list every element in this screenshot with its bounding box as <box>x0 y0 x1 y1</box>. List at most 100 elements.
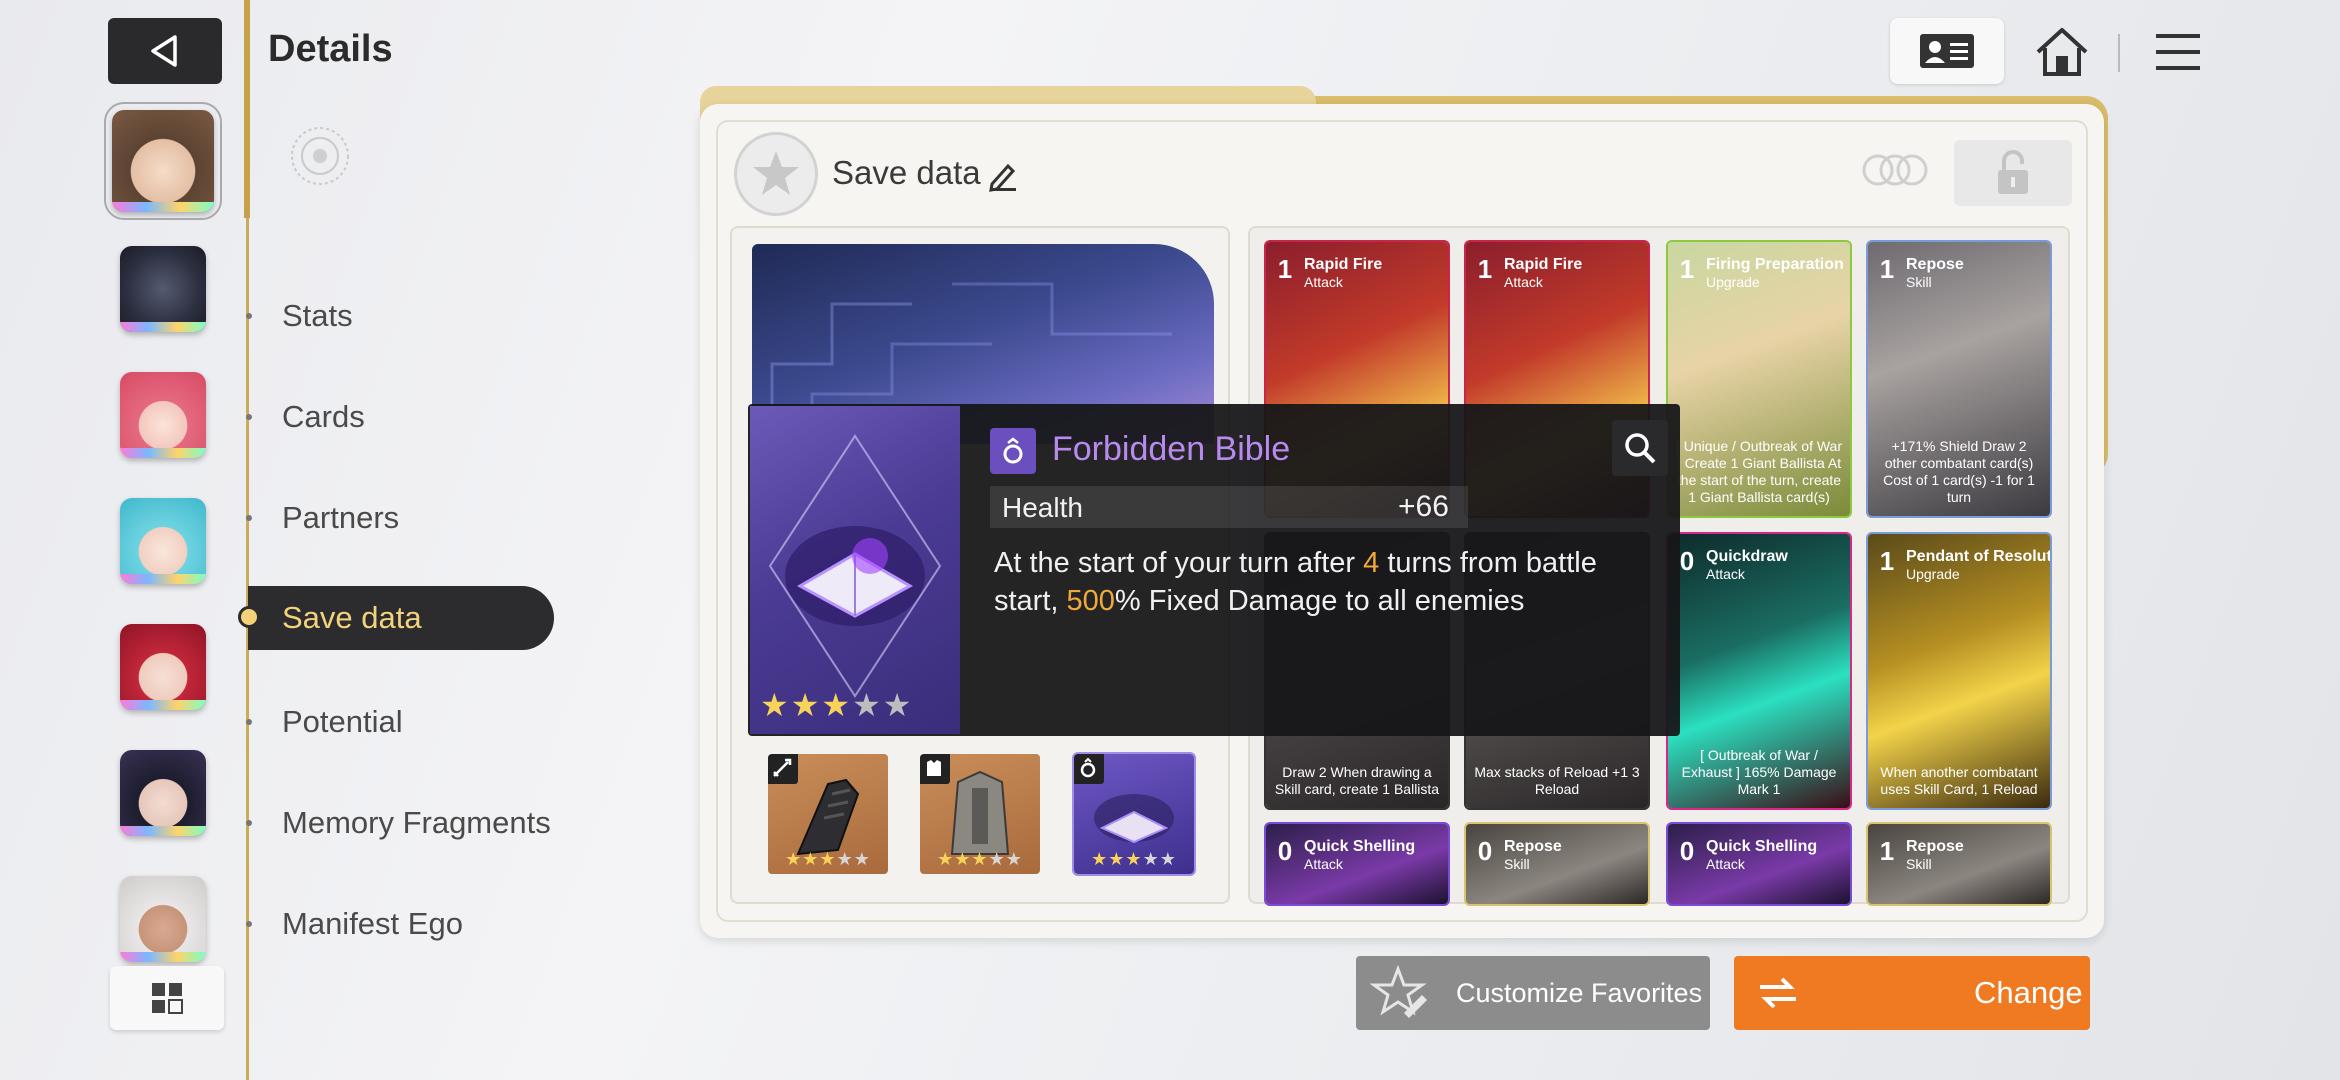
search-icon <box>1625 433 1656 464</box>
nav-bullet <box>246 820 252 826</box>
card-name: Repose <box>1504 838 1562 855</box>
card-description: Draw 2 When drawing a Skill card, create… <box>1274 764 1440 797</box>
card-type: Upgrade <box>1906 566 1960 582</box>
nav-item-stats[interactable]: Stats <box>282 298 353 334</box>
grid-icon <box>152 983 183 1014</box>
emblem-icon <box>291 127 349 185</box>
character-portrait[interactable] <box>120 750 206 836</box>
character-portrait[interactable] <box>120 246 206 332</box>
sword-icon <box>768 754 798 784</box>
character-portrait[interactable] <box>120 498 206 584</box>
sidebar-divider-accent <box>244 0 250 218</box>
tooltip-item-image <box>750 406 960 734</box>
skill-card[interactable]: 0 Repose Skill <box>1464 822 1650 906</box>
tooltip-item-name: Forbidden Bible <box>1052 430 1291 468</box>
edit-name-icon[interactable] <box>986 158 1020 192</box>
card-name: Quickdraw <box>1706 548 1788 565</box>
home-icon <box>2036 28 2088 76</box>
nav-bullet <box>246 719 252 725</box>
equipment-stars: ★★★★★ <box>937 849 1023 869</box>
card-description: When another combatant uses Skill Card, … <box>1880 764 2038 797</box>
card-name: Rapid Fire <box>1304 256 1383 273</box>
tooltip-stat-value: +66 <box>1398 490 1449 523</box>
card-cost: 1 <box>1679 254 1695 284</box>
nav-item-potential[interactable]: Potential <box>282 704 403 740</box>
card-cost: 0 <box>1477 836 1493 866</box>
skill-card[interactable]: 0 Quick Shelling Attack <box>1264 822 1450 906</box>
skill-card[interactable]: 1 Pendant of ResolutionUpgrade When anothe… <box>1866 532 2052 810</box>
card-type: Attack <box>1706 566 1745 582</box>
skill-card[interactable]: 1 Repose Skill +171% Shield Draw 2 other co… <box>1866 240 2052 518</box>
character-portrait[interactable] <box>120 876 206 962</box>
nav-item-partners[interactable]: Partners <box>282 500 399 536</box>
skill-card[interactable]: 0 Quick Shelling Attack <box>1666 822 1852 906</box>
skill-card[interactable]: 1 Firing Preparation Upgrade [ Unique / Out… <box>1666 240 1852 518</box>
back-arrow-icon <box>151 35 177 67</box>
grid-view-button[interactable] <box>110 966 224 1030</box>
character-portrait-selected[interactable] <box>104 102 222 220</box>
back-button[interactable] <box>108 18 222 84</box>
skill-card[interactable]: 0 Quickdraw Attack[ Outbreak of War / Exha… <box>1666 532 1852 810</box>
nav-item-memory-fragments[interactable]: Memory Fragments <box>282 805 551 841</box>
change-button[interactable]: Change <box>1734 956 2090 1030</box>
card-description: [ Outbreak of War / Exhaust ] 165% Damag… <box>1681 747 1837 797</box>
character-portrait[interactable] <box>120 372 206 458</box>
card-name: Repose <box>1906 838 1964 855</box>
ring-icon <box>990 428 1036 474</box>
star-emblem-icon <box>753 151 799 195</box>
favorite-star-edit-icon <box>1370 965 1427 1018</box>
nav-item-save-data[interactable]: Save data <box>248 586 554 650</box>
card-type: Attack <box>1304 856 1343 872</box>
nav-bullet <box>246 515 252 521</box>
tooltip-description: At the start of your turn after 4 turns … <box>994 547 1597 617</box>
character-portrait[interactable] <box>120 624 206 710</box>
card-name: Repose <box>1906 256 1964 273</box>
tooltip-stat-name: Health <box>1002 492 1083 523</box>
card-cost: 1 <box>1879 254 1895 284</box>
page-title: Details <box>268 28 393 70</box>
shirt-icon <box>920 754 950 784</box>
card-cost: 1 <box>1277 254 1293 284</box>
swap-icon <box>1760 977 1796 1009</box>
card-description: [ Unique / Outbreak of War ] Create 1 Gi… <box>1676 438 1842 505</box>
nav-item-label: Save data <box>282 600 422 635</box>
card-cost: 1 <box>1879 836 1895 866</box>
equipment-slot-weapon[interactable]: ★★★★★ <box>768 754 888 874</box>
equipment-slot-armor[interactable]: ★★★★★ <box>920 754 1040 874</box>
change-label: Change <box>1974 975 2083 1010</box>
menu-button[interactable] <box>2148 22 2208 82</box>
nav-active-indicator <box>238 606 260 628</box>
equipment-stars: ★★★★★ <box>1091 849 1177 869</box>
profile-card-button[interactable] <box>1890 18 2004 84</box>
skill-card[interactable]: 1 Repose Skill <box>1866 822 2052 906</box>
nav-item-manifest-ego[interactable]: Manifest Ego <box>282 906 463 942</box>
nav-item-cards[interactable]: Cards <box>282 399 365 435</box>
nav-bullet <box>246 313 252 319</box>
card-cost: 0 <box>1679 836 1695 866</box>
rings-logo-icon <box>1862 154 1928 186</box>
equipment-slot-relic[interactable]: ★★★★★ <box>1072 752 1196 876</box>
card-type: Skill <box>1906 856 1932 872</box>
toolbar-divider <box>2118 34 2120 72</box>
card-type: Upgrade <box>1706 274 1760 290</box>
card-name: Quick Shelling <box>1304 838 1416 855</box>
nav-bullet <box>246 414 252 420</box>
nav-bullet <box>246 921 252 927</box>
customize-favorites-button[interactable]: Customize Favorites <box>1356 956 1710 1030</box>
card-name: Quick Shelling <box>1706 838 1818 855</box>
card-description: Max stacks of Reload +1 3 Reload <box>1474 764 1640 797</box>
card-name: Rapid Fire <box>1504 256 1583 273</box>
card-type: Skill <box>1504 856 1530 872</box>
id-card-icon <box>1920 34 1974 68</box>
tooltip-details-button[interactable] <box>1612 420 1668 476</box>
card-name: Pendant of Resolution <box>1906 548 2052 565</box>
card-type: Attack <box>1504 274 1543 290</box>
hamburger-menu-icon <box>2156 34 2200 70</box>
card-description: +171% Shield Draw 2 other combatant card… <box>1883 438 2035 505</box>
lock-toggle-button[interactable] <box>1954 140 2072 206</box>
card-cost: 1 <box>1879 546 1895 576</box>
save-data-title: Save data <box>832 154 981 191</box>
customize-favorites-label: Customize Favorites <box>1456 977 1703 1008</box>
card-type: Attack <box>1304 274 1343 290</box>
home-button[interactable] <box>2032 22 2092 82</box>
